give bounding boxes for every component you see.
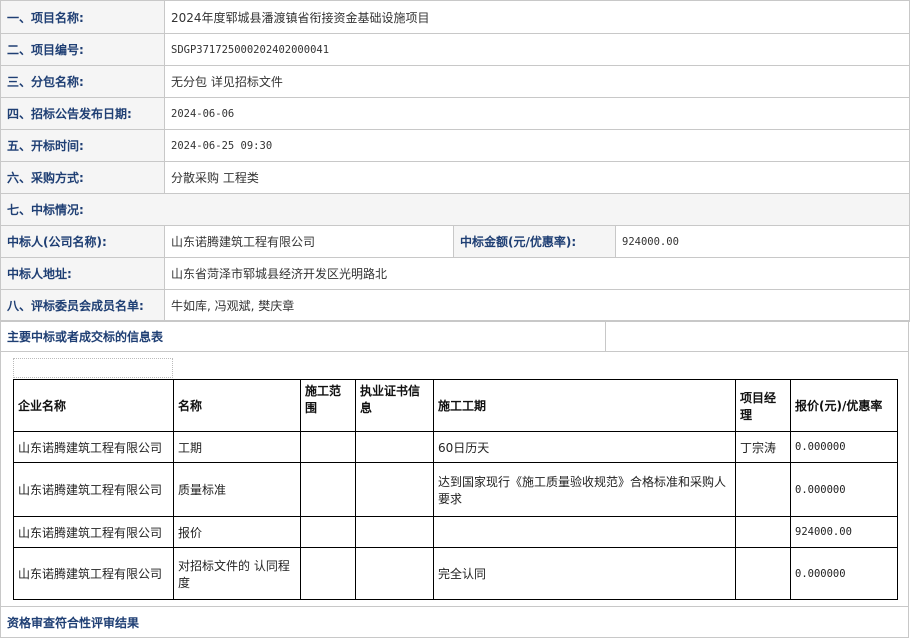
label-project-name: 一、项目名称: — [0, 0, 165, 34]
value-project-name: 2024年度郓城县潘渡镇省衔接资金基础设施项目 — [164, 0, 910, 34]
col-header-manager: 项目经理 — [735, 379, 791, 432]
value-committee: 牛如库, 冯观斌, 樊庆章 — [164, 289, 910, 322]
qualification-review-title: 资格审查符合性评审结果 — [7, 615, 140, 630]
col-header-scope: 施工范围 — [300, 379, 356, 432]
qualification-review-header: 资格审查符合性评审结果 — [0, 606, 909, 638]
cell-manager — [735, 547, 791, 600]
value-package-name: 无分包 详见招标文件 — [164, 65, 910, 98]
cell-manager — [735, 462, 791, 517]
label-project-number: 二、项目编号: — [0, 33, 165, 66]
row-project-name: 一、项目名称: 2024年度郓城县潘渡镇省衔接资金基础设施项目 — [0, 0, 910, 34]
value-winner-name: 山东诺腾建筑工程有限公司 — [164, 225, 454, 258]
cell-price: 0.000000 — [790, 431, 898, 463]
bid-items-table: 企业名称 名称 施工范围 执业证书信息 施工工期 项目经理 报价(元)/优惠率 … — [13, 379, 898, 600]
table-row: 山东诺腾建筑工程有限公司 工期 60日历天 丁宗涛 0.000000 — [13, 431, 898, 463]
info-table-title: 主要中标或者成交标的信息表 — [7, 329, 164, 344]
row-announce-date: 四、招标公告发布日期: 2024-06-06 — [0, 97, 910, 130]
label-committee: 八、评标委员会成员名单: — [0, 289, 165, 322]
project-info-table: 一、项目名称: 2024年度郓城县潘渡镇省衔接资金基础设施项目 二、项目编号: … — [0, 0, 910, 322]
cell-price: 924000.00 — [790, 516, 898, 548]
bid-items-header-row: 企业名称 名称 施工范围 执业证书信息 施工工期 项目经理 报价(元)/优惠率 — [13, 379, 898, 432]
cell-name: 对招标文件的 认同程度 — [173, 547, 301, 600]
cell-company: 山东诺腾建筑工程有限公司 — [13, 516, 174, 548]
label-procurement-method: 六、采购方式: — [0, 161, 165, 194]
value-procurement-method: 分散采购 工程类 — [164, 161, 910, 194]
cell-company: 山东诺腾建筑工程有限公司 — [13, 431, 174, 463]
cell-manager — [735, 516, 791, 548]
col-header-price: 报价(元)/优惠率 — [790, 379, 898, 432]
cell-license — [355, 516, 434, 548]
cell-license — [355, 431, 434, 463]
col-header-duration: 施工工期 — [433, 379, 736, 432]
label-winner-address: 中标人地址: — [0, 257, 165, 290]
cell-duration: 达到国家现行《施工质量验收规范》合格标准和采购人要求 — [433, 462, 736, 517]
cell-company: 山东诺腾建筑工程有限公司 — [13, 462, 174, 517]
cell-company: 山东诺腾建筑工程有限公司 — [13, 547, 174, 600]
table-row: 山东诺腾建筑工程有限公司 质量标准 达到国家现行《施工质量验收规范》合格标准和采… — [13, 462, 898, 517]
table-placeholder-frame — [13, 358, 173, 378]
cell-name: 工期 — [173, 431, 301, 463]
label-winner-name: 中标人(公司名称): — [0, 225, 165, 258]
table-row: 山东诺腾建筑工程有限公司 对招标文件的 认同程度 完全认同 0.000000 — [13, 547, 898, 600]
col-header-license: 执业证书信息 — [355, 379, 434, 432]
info-table-section-header: 主要中标或者成交标的信息表 — [0, 320, 909, 352]
row-award-status: 七、中标情况: — [0, 193, 910, 226]
cell-manager: 丁宗涛 — [735, 431, 791, 463]
cell-license — [355, 462, 434, 517]
cell-license — [355, 547, 434, 600]
label-award-status: 七、中标情况: — [0, 193, 910, 226]
value-announce-date: 2024-06-06 — [164, 97, 910, 130]
col-header-company: 企业名称 — [13, 379, 174, 432]
cell-scope — [300, 431, 356, 463]
row-committee: 八、评标委员会成员名单: 牛如库, 冯观斌, 樊庆章 — [0, 289, 910, 322]
value-winner-address: 山东省菏泽市郓城县经济开发区光明路北 — [164, 257, 910, 290]
table-row: 山东诺腾建筑工程有限公司 报价 924000.00 — [13, 516, 898, 548]
cell-price: 0.000000 — [790, 462, 898, 517]
value-project-number: SDGP371725000202402000041 — [164, 33, 910, 66]
value-open-time: 2024-06-25 09:30 — [164, 129, 910, 162]
label-announce-date: 四、招标公告发布日期: — [0, 97, 165, 130]
row-procurement-method: 六、采购方式: 分散采购 工程类 — [0, 161, 910, 194]
cell-scope — [300, 516, 356, 548]
label-open-time: 五、开标时间: — [0, 129, 165, 162]
info-table-title-cell: 主要中标或者成交标的信息表 — [1, 321, 606, 351]
cell-duration — [433, 516, 736, 548]
cell-scope — [300, 547, 356, 600]
label-winning-amount: 中标金额(元/优惠率): — [453, 225, 616, 258]
cell-price: 0.000000 — [790, 547, 898, 600]
cell-name: 报价 — [173, 516, 301, 548]
col-header-name: 名称 — [173, 379, 301, 432]
cell-name: 质量标准 — [173, 462, 301, 517]
label-package-name: 三、分包名称: — [0, 65, 165, 98]
cell-duration: 完全认同 — [433, 547, 736, 600]
row-package-name: 三、分包名称: 无分包 详见招标文件 — [0, 65, 910, 98]
cell-duration: 60日历天 — [433, 431, 736, 463]
row-winner: 中标人(公司名称): 山东诺腾建筑工程有限公司 中标金额(元/优惠率): 924… — [0, 225, 910, 258]
cell-scope — [300, 462, 356, 517]
value-winning-amount: 924000.00 — [615, 225, 910, 258]
row-open-time: 五、开标时间: 2024-06-25 09:30 — [0, 129, 910, 162]
row-project-number: 二、项目编号: SDGP371725000202402000041 — [0, 33, 910, 66]
row-winner-address: 中标人地址: 山东省菏泽市郓城县经济开发区光明路北 — [0, 257, 910, 290]
